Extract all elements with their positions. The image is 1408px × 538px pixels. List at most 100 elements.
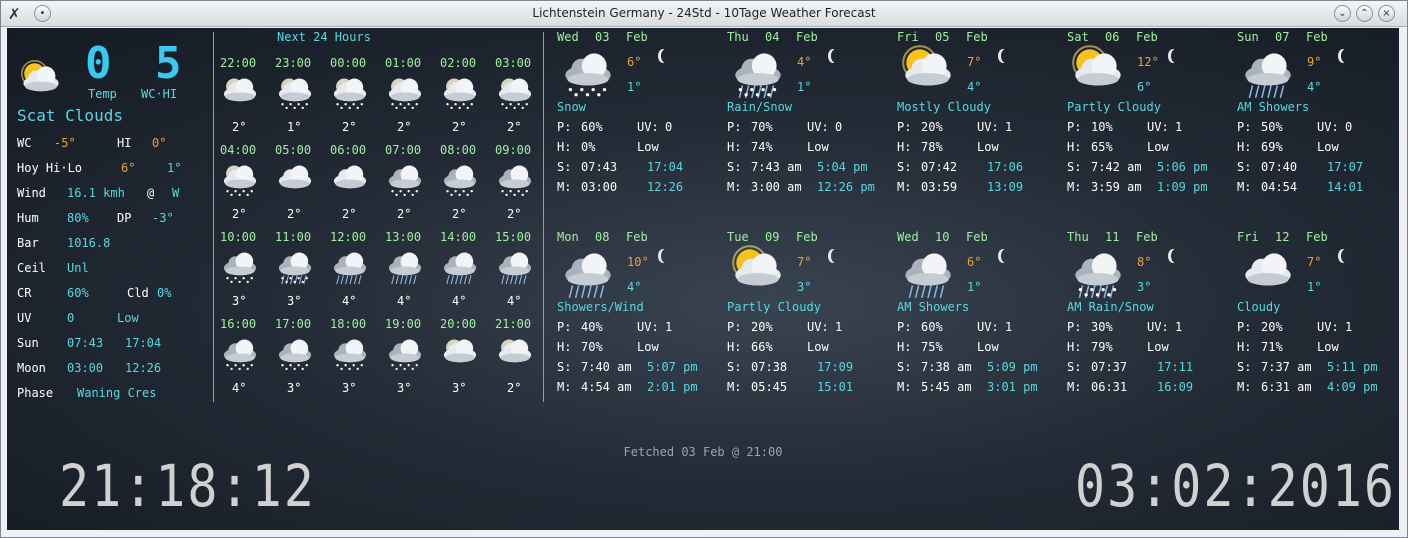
day-low: 1° xyxy=(967,280,982,294)
current-condition: Scat Clouds xyxy=(17,106,123,125)
uv-value: 1 xyxy=(1005,120,1013,134)
humidity-value: 70% xyxy=(581,340,603,354)
uv-level: Low xyxy=(807,340,829,354)
hour-time: 15:00 xyxy=(495,230,532,244)
uv-label: UV: xyxy=(807,320,829,334)
precip-label: P: xyxy=(897,120,912,134)
day-month: Feb xyxy=(966,230,988,244)
precip-label: P: xyxy=(557,120,572,134)
hour-temp: 2° xyxy=(232,120,247,134)
day-month: Feb xyxy=(1136,230,1158,244)
close-button[interactable]: × xyxy=(1378,5,1395,22)
hour-time: 18:00 xyxy=(330,317,367,331)
precip-value: 40% xyxy=(581,320,603,334)
humidity-value: 78% xyxy=(921,140,943,154)
day-month: Feb xyxy=(626,230,648,244)
uv-label: UV: xyxy=(637,320,659,334)
hour-time: 12:00 xyxy=(330,230,367,244)
moonset: 4:09 pm xyxy=(1327,380,1378,394)
day-condition: Rain/Snow xyxy=(727,100,793,114)
hour-weather-icon xyxy=(278,78,312,110)
precip-label: P: xyxy=(727,120,742,134)
row-value2: -3° xyxy=(152,211,174,225)
moonrise: 05:45 xyxy=(751,380,788,394)
uv-value: 1 xyxy=(835,320,843,334)
moon-phase-icon xyxy=(1171,249,1181,263)
sunset: 5:11 pm xyxy=(1327,360,1378,374)
row-label: CR xyxy=(17,286,32,300)
hour-time: 16:00 xyxy=(220,317,257,331)
shade-button[interactable]: ⌄ xyxy=(1334,5,1351,22)
day-condition: Partly Cloudy xyxy=(1067,100,1161,114)
hour-time: 08:00 xyxy=(440,143,477,157)
day-month: Feb xyxy=(1306,30,1328,44)
day-low: 3° xyxy=(797,280,812,294)
uv-label: UV: xyxy=(807,120,829,134)
sun-label: S: xyxy=(897,360,912,374)
humidity-label: H: xyxy=(1237,140,1252,154)
hour-temp: 2° xyxy=(507,120,522,134)
hour-time: 17:00 xyxy=(275,317,312,331)
row-value: 1016.8 xyxy=(67,236,111,250)
hour-temp: 3° xyxy=(287,294,302,308)
day-weather-icon xyxy=(902,45,951,86)
title-bar[interactable]: ✗ • Lichtenstein Germany - 24Std - 10Tag… xyxy=(1,1,1407,27)
hour-weather-icon xyxy=(388,165,422,197)
day-low: 4° xyxy=(1307,80,1322,94)
day-condition: Snow xyxy=(557,100,586,114)
humidity-value: 66% xyxy=(751,340,773,354)
row-value2: 0% xyxy=(157,286,172,300)
day-weather-icon xyxy=(1072,45,1121,86)
row-value: Unl xyxy=(67,261,89,275)
row-value2: Low xyxy=(117,311,139,325)
humidity-value: 74% xyxy=(751,140,773,154)
hour-weather-icon xyxy=(388,339,422,371)
row-value: 07:43 xyxy=(67,336,104,350)
row-label: Ceil xyxy=(17,261,46,275)
moonset: 16:09 xyxy=(1157,380,1194,394)
day-condition: Cloudy xyxy=(1237,300,1281,314)
humidity-value: 0% xyxy=(581,140,596,154)
moonrise: 3:59 am xyxy=(1091,180,1142,194)
day-condition: Partly Cloudy xyxy=(727,300,821,314)
uv-value: 1 xyxy=(1005,320,1013,334)
hour-temp: 4° xyxy=(452,294,467,308)
humidity-label: H: xyxy=(727,340,742,354)
sunrise: 07:43 xyxy=(581,160,618,174)
moonset: 1:09 pm xyxy=(1157,180,1208,194)
hour-temp: 1° xyxy=(287,120,302,134)
uv-level: Low xyxy=(1317,140,1339,154)
humidity-value: 71% xyxy=(1261,340,1283,354)
day-high: 4° xyxy=(797,55,812,69)
sunset: 5:09 pm xyxy=(987,360,1038,374)
hour-weather-icon xyxy=(443,339,477,363)
divider-left xyxy=(213,32,214,402)
hour-time: 10:00 xyxy=(220,230,257,244)
day-weather-icon xyxy=(732,245,781,286)
maximize-button[interactable]: ⌃ xyxy=(1356,5,1373,22)
hour-time: 19:00 xyxy=(385,317,422,331)
clock-time: 21:18:12 xyxy=(59,453,316,520)
day-low: 6° xyxy=(1137,80,1152,94)
humidity-label: H: xyxy=(557,140,572,154)
uv-value: 1 xyxy=(665,320,673,334)
sunset: 5:07 pm xyxy=(647,360,698,374)
sun-label: S: xyxy=(1237,360,1252,374)
uv-label: UV: xyxy=(977,120,999,134)
row-label: Moon xyxy=(17,361,46,375)
sun-label: S: xyxy=(1237,160,1252,174)
hour-temp: 4° xyxy=(342,294,357,308)
sunset: 17:11 xyxy=(1157,360,1194,374)
uv-level: Low xyxy=(807,140,829,154)
moon-label: M: xyxy=(1237,180,1252,194)
row-label2: HI xyxy=(117,136,132,150)
moon-phase-icon xyxy=(831,49,841,63)
uv-value: 1 xyxy=(1345,320,1353,334)
sun-label: S: xyxy=(1067,360,1082,374)
hour-temp: 2° xyxy=(397,207,412,221)
hour-weather-icon xyxy=(333,165,367,189)
clock-date: 03:02:2016 xyxy=(1075,453,1397,520)
sun-label: S: xyxy=(897,160,912,174)
day-weather-icon xyxy=(1245,253,1291,286)
uv-level: Low xyxy=(637,140,659,154)
